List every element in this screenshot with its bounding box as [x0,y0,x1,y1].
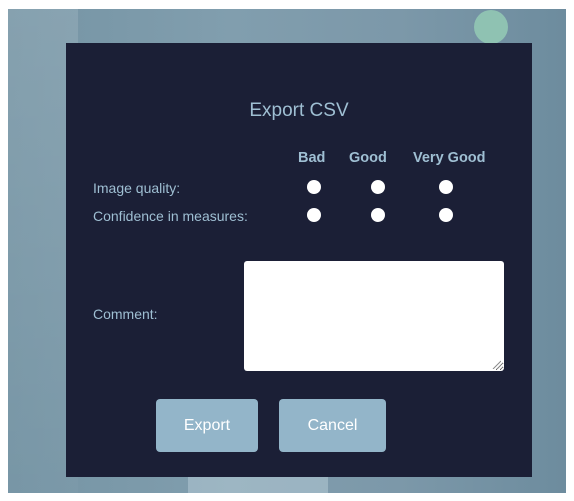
image-quality-good-radio[interactable] [371,180,385,194]
image-quality-very-good-radio[interactable] [439,180,453,194]
decorative-circle [474,10,508,44]
column-header-good: Good [349,150,387,166]
resize-handle-icon[interactable] [491,359,501,369]
cancel-button[interactable]: Cancel [279,399,386,452]
column-header-very-good: Very Good [413,150,486,166]
export-button[interactable]: Export [156,399,258,452]
confidence-label: Confidence in measures: [93,208,248,224]
column-header-bad: Bad [298,150,326,166]
dialog-title: Export CSV [249,100,349,121]
image-quality-label: Image quality: [93,180,181,196]
comment-textarea[interactable] [244,261,504,371]
confidence-very-good-radio[interactable] [439,208,453,222]
confidence-bad-radio[interactable] [307,208,321,222]
confidence-good-radio[interactable] [371,208,385,222]
comment-label: Comment: [93,306,158,322]
image-quality-bad-radio[interactable] [307,180,321,194]
